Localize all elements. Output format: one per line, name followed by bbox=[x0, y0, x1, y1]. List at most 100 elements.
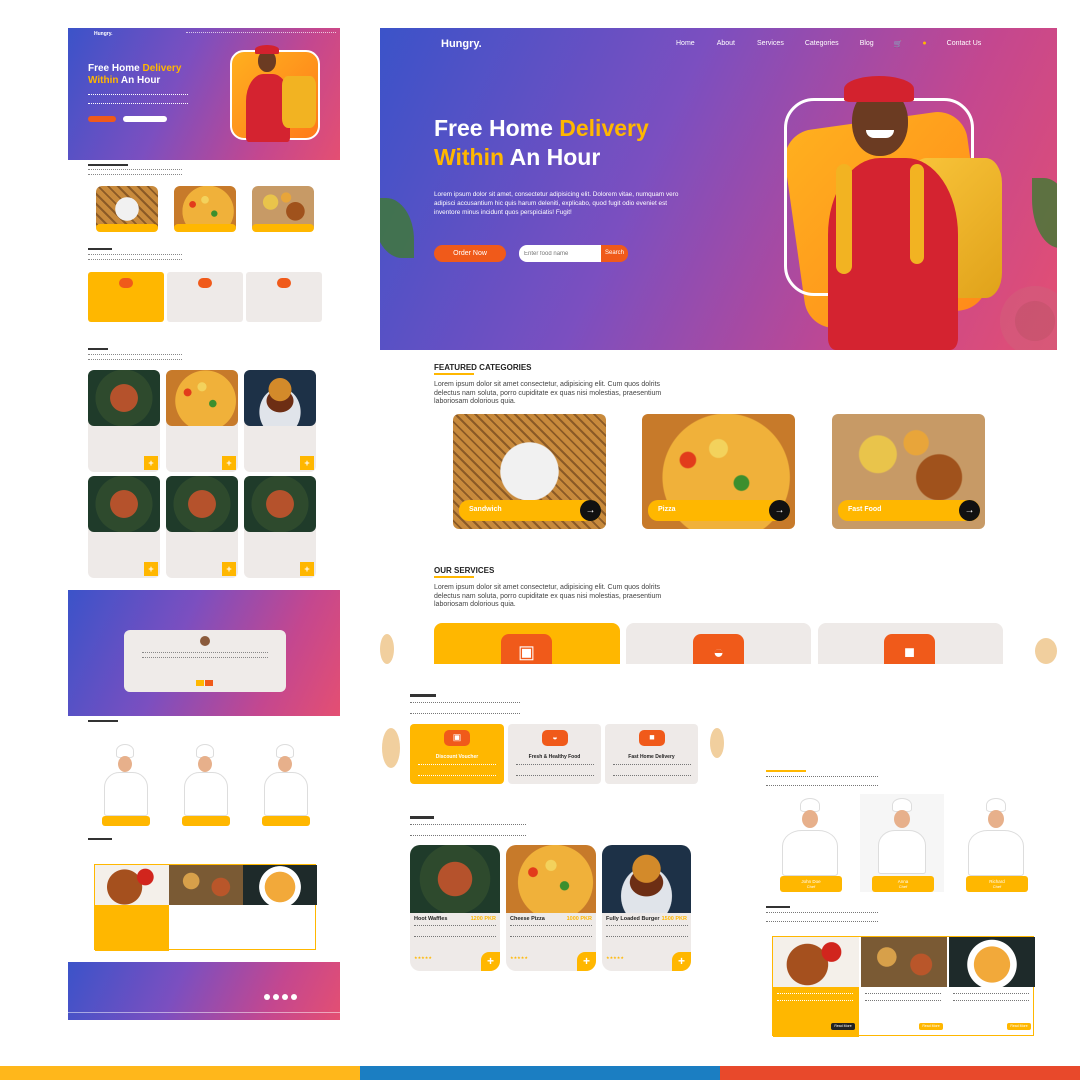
add-to-cart-button[interactable]: + bbox=[672, 952, 691, 971]
snippet-chefs-text bbox=[766, 776, 878, 786]
mini-menu-heading bbox=[88, 348, 108, 350]
featured-description: Lorem ipsum dolor sit amet consectetur, … bbox=[434, 381, 662, 405]
hero-section: Hungry. Home About Services Categories B… bbox=[380, 28, 1057, 350]
mini-blog-heading bbox=[88, 838, 112, 840]
services-description: Lorem ipsum dolor sit amet consectetur, … bbox=[434, 584, 662, 608]
snippet-service-voucher[interactable]: ▣ Discount Voucher bbox=[410, 724, 504, 784]
add-to-cart-button[interactable]: + bbox=[481, 952, 500, 971]
services-snippet: ▣ Discount Voucher ◒ Fresh & Healthy Foo… bbox=[382, 694, 724, 984]
mini-title-a: Free Home bbox=[88, 63, 143, 74]
decoration-blob bbox=[1035, 638, 1057, 664]
menu-card[interactable]: Cheese Pizza 1000 PKR ★★★★★ + bbox=[506, 845, 596, 971]
add-to-cart-button[interactable]: + bbox=[577, 952, 596, 971]
hero-description: Lorem ipsum dolor sit amet, consectetur … bbox=[434, 191, 679, 216]
mini-add-button[interactable]: + bbox=[144, 562, 158, 576]
snippet-blog-heading bbox=[766, 906, 790, 908]
snippet-service-delivery[interactable]: ■ Fast Home Delivery bbox=[605, 724, 698, 784]
menu-item-name: Cheese Pizza bbox=[510, 916, 545, 922]
menu-image bbox=[410, 845, 500, 913]
menu-item-price: 1500 PKR bbox=[661, 916, 687, 922]
menu-item-name: Fully Loaded Burger bbox=[606, 916, 660, 922]
hero-title-a: Free Home bbox=[434, 115, 560, 141]
order-now-button[interactable]: Order Now bbox=[434, 245, 506, 262]
mini-add-button[interactable]: + bbox=[144, 456, 158, 470]
nav-about[interactable]: About bbox=[717, 40, 735, 48]
chefs-snippet: John Doe Chef Anna Chef Richard Chef Rea… bbox=[766, 768, 1036, 1038]
ticket-icon: ▣ bbox=[501, 634, 552, 664]
truck-icon: ■ bbox=[884, 634, 935, 664]
mini-next-button[interactable] bbox=[205, 680, 213, 686]
main-nav: Home About Services Categories Blog 🛒 ● … bbox=[676, 40, 981, 48]
mini-featured-heading bbox=[88, 164, 128, 166]
mini-order-button[interactable] bbox=[88, 116, 116, 122]
mini-add-button[interactable]: + bbox=[222, 562, 236, 576]
mini-cat-bar-2 bbox=[174, 224, 236, 232]
mini-courier-bag bbox=[282, 76, 316, 128]
mini-truck-icon bbox=[277, 278, 291, 288]
arrow-right-icon[interactable]: → bbox=[959, 500, 980, 521]
blog-card-featured[interactable]: Read More bbox=[773, 937, 859, 1037]
mini-testimonial-card bbox=[124, 630, 286, 692]
chef-role: Chef bbox=[806, 884, 816, 889]
mini-featured-text bbox=[88, 169, 182, 175]
bottom-color-bar bbox=[0, 1066, 1080, 1080]
blog-card[interactable]: Read More bbox=[949, 937, 1035, 1037]
arrow-right-icon[interactable]: → bbox=[580, 500, 601, 521]
menu-image bbox=[506, 845, 596, 913]
menu-item-name: Hoot Waffles bbox=[414, 916, 448, 922]
decoration-blob bbox=[380, 634, 394, 664]
nav-services[interactable]: Services bbox=[757, 40, 784, 48]
mini-prev-button[interactable] bbox=[196, 680, 204, 686]
mini-hero-title: Free Home Delivery Within An Hour bbox=[88, 63, 198, 87]
snippet-service-fresh[interactable]: ◒ Fresh & Healthy Food bbox=[508, 724, 601, 784]
menu-item-price: 1200 PKR bbox=[470, 916, 496, 922]
brand-logo[interactable]: Hungry. bbox=[441, 38, 482, 50]
rating-stars: ★★★★★ bbox=[606, 955, 624, 960]
blog-strip: Read More Read More Read More bbox=[772, 936, 1035, 1037]
mini-menu-text bbox=[88, 354, 182, 360]
arrow-right-icon[interactable]: → bbox=[769, 500, 790, 521]
read-more-button[interactable]: Read More bbox=[831, 1023, 855, 1030]
user-icon[interactable]: ● bbox=[922, 40, 926, 48]
bowl-icon: ◒ bbox=[542, 730, 568, 746]
mini-add-button[interactable]: + bbox=[222, 456, 236, 470]
services-heading-underline bbox=[434, 576, 474, 578]
mini-add-button[interactable]: + bbox=[300, 456, 314, 470]
mini-testimonial-avatar bbox=[200, 636, 210, 646]
search-button[interactable]: Search bbox=[601, 245, 628, 262]
chef-card[interactable]: Richard Chef bbox=[964, 796, 1028, 892]
cart-icon[interactable]: 🛒 bbox=[894, 40, 903, 48]
bar-blue bbox=[360, 1066, 720, 1080]
full-page-preview: Hungry. Free Home Delivery Within An Hou… bbox=[68, 28, 340, 1020]
snippet-services-text bbox=[410, 702, 520, 714]
nav-contact[interactable]: Contact Us bbox=[947, 40, 982, 48]
hero-title-c: Within bbox=[434, 144, 505, 170]
mini-hero-text bbox=[88, 94, 188, 104]
hero-title: Free Home Delivery Within An Hour bbox=[434, 114, 714, 172]
snippet-menu-text bbox=[410, 824, 526, 836]
nav-blog[interactable]: Blog bbox=[860, 40, 874, 48]
service-label-delivery: Fast Home Delivery bbox=[628, 754, 675, 760]
chef-role: Chef bbox=[992, 884, 1002, 889]
nav-categories[interactable]: Categories bbox=[805, 40, 839, 48]
read-more-button[interactable]: Read More bbox=[919, 1023, 943, 1030]
service-label-fresh: Fresh & Healthy Food bbox=[528, 754, 581, 760]
mini-hero: Hungry. Free Home Delivery Within An Hou… bbox=[68, 28, 340, 160]
delivery-person-image bbox=[810, 68, 1010, 350]
nav-home[interactable]: Home bbox=[676, 40, 695, 48]
food-search-input[interactable] bbox=[519, 245, 601, 262]
mini-cat-bar-3 bbox=[252, 224, 314, 232]
category-label: Fast Food bbox=[848, 506, 882, 513]
blog-card[interactable]: Read More bbox=[861, 937, 947, 1037]
mini-bowl-icon bbox=[198, 278, 212, 288]
decoration-blob bbox=[710, 728, 724, 758]
chef-card[interactable]: John Doe Chef bbox=[778, 796, 842, 892]
menu-card[interactable]: Hoot Waffles 1200 PKR ★★★★★ + bbox=[410, 845, 500, 971]
read-more-button[interactable]: Read More bbox=[1007, 1023, 1031, 1030]
menu-card[interactable]: Fully Loaded Burger 1500 PKR ★★★★★ + bbox=[602, 845, 691, 971]
bar-red bbox=[720, 1066, 1080, 1080]
mini-add-button[interactable]: + bbox=[300, 562, 314, 576]
mini-search-input[interactable] bbox=[123, 116, 167, 122]
chef-card[interactable]: Anna Chef bbox=[860, 794, 944, 892]
menu-image bbox=[602, 845, 691, 913]
